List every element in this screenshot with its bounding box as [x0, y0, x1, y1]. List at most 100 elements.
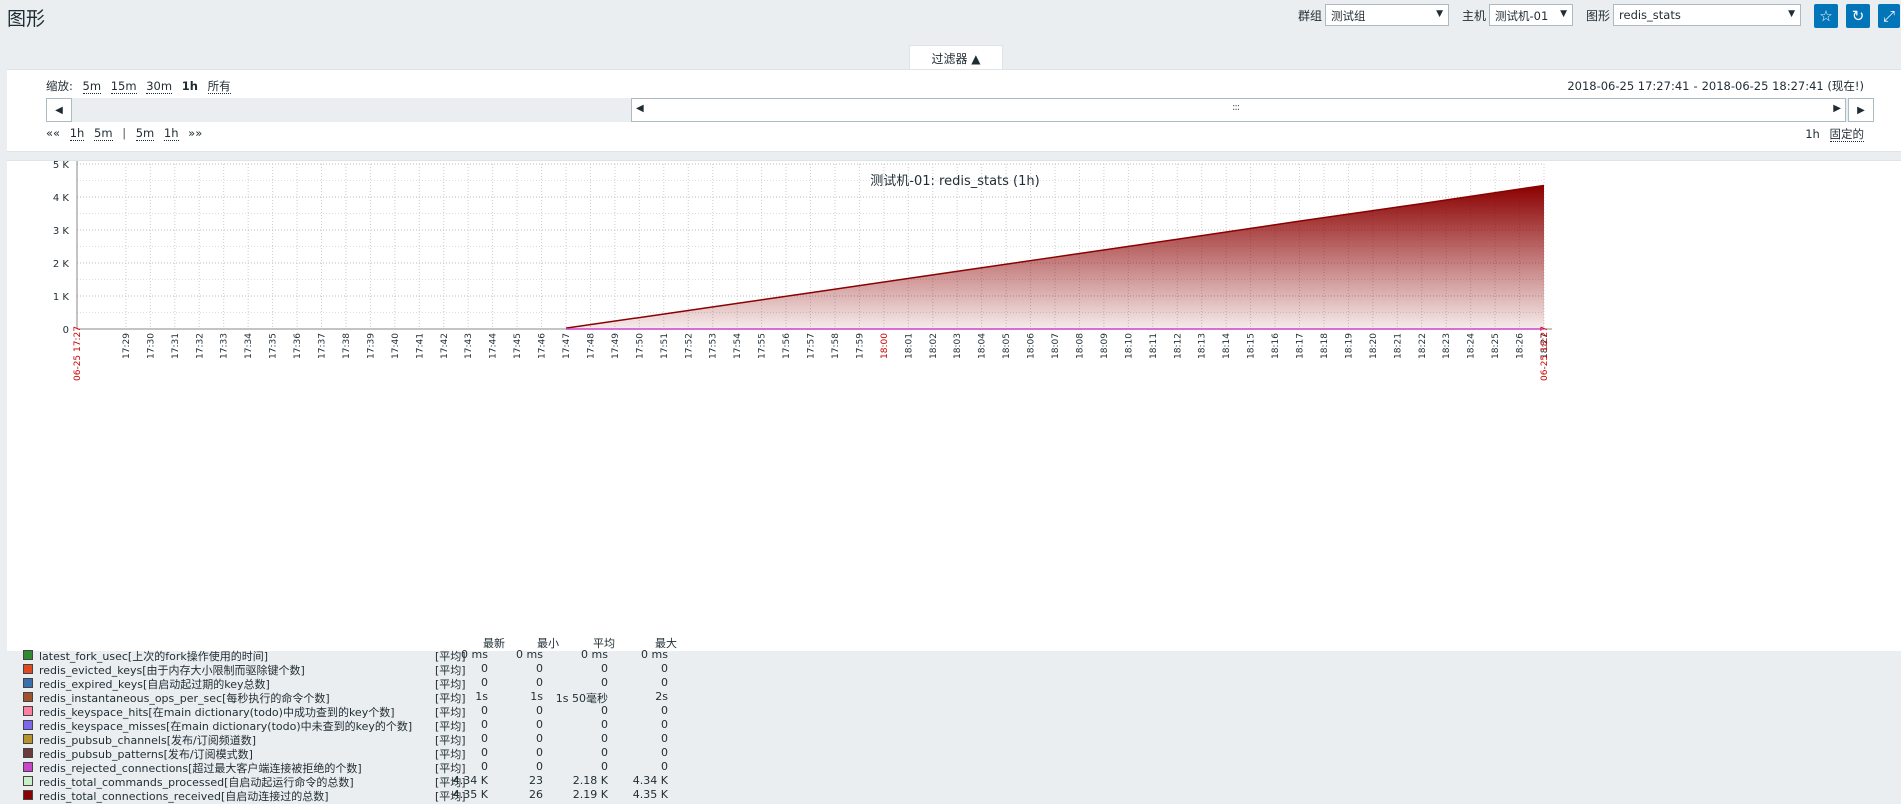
- time-slider-handle[interactable]: ◀ ::: ▶: [631, 98, 1846, 122]
- x-tick-label: 18:08: [1075, 333, 1085, 359]
- legend-swatch: [23, 734, 33, 744]
- legend-value-min: 0: [536, 662, 543, 675]
- x-tick-label: 17:29: [122, 333, 132, 359]
- x-tick-label: 17:35: [269, 333, 279, 359]
- chevron-down-icon: ▼: [1436, 9, 1444, 19]
- legend-swatch: [23, 678, 33, 688]
- legend-value-max: 0: [661, 718, 668, 731]
- zoom-5m[interactable]: 5m: [82, 79, 102, 94]
- slider-handle-right-icon[interactable]: ▶: [1833, 103, 1841, 114]
- fullscreen-button[interactable]: ⤢: [1878, 4, 1900, 28]
- legend-item: redis_instantaneous_ops_per_sec[每秒执行的命令个…: [23, 690, 723, 705]
- slider-grip[interactable]: :::: [1232, 102, 1240, 113]
- chevron-down-icon: ▼: [1560, 9, 1568, 19]
- x-tick-label: 17:45: [513, 333, 523, 359]
- star-icon: ☆: [1819, 7, 1833, 25]
- nav-fwd-all[interactable]: »»: [188, 126, 202, 140]
- redis-stats-graph: 0 1 K 2 K 3 K 4 K 5 K 17:29 17:30 17:31 17:32 17:3…: [53, 161, 1552, 381]
- zoom-1h-selected[interactable]: 1h: [182, 79, 198, 93]
- legend-value-max: 0: [661, 746, 668, 759]
- legend-item: redis_evicted_keys[由于内存大小限制而驱除键个数] [平均] 0 0…: [23, 662, 723, 677]
- legend-value-max: 0: [661, 676, 668, 689]
- x-tick-label: 17:47: [562, 333, 572, 359]
- x-tick-label: 18:23: [1442, 333, 1452, 359]
- zoom-15m[interactable]: 15m: [110, 79, 137, 94]
- host-select-value: 测试机-01: [1495, 9, 1549, 23]
- zoom-all[interactable]: 所有: [207, 79, 231, 94]
- host-select[interactable]: 测试机-01 ▼: [1489, 4, 1574, 26]
- range-sep: -: [1693, 79, 1698, 93]
- y-tick-label: 3 K: [53, 226, 70, 237]
- legend-value-max: 0 ms: [641, 648, 668, 661]
- chart-title: 测试机-01: redis_stats (1h): [870, 174, 1039, 189]
- x-tick-label: 18:03: [953, 333, 963, 359]
- x-tick-label: 18:14: [1222, 333, 1232, 359]
- x-tick-label: 17:57: [807, 333, 817, 359]
- favorite-button[interactable]: ☆: [1814, 4, 1838, 28]
- legend-value-min: 1s: [530, 690, 543, 703]
- host-label: 主机: [1462, 8, 1487, 23]
- zoom-30m[interactable]: 30m: [146, 79, 173, 94]
- legend-swatch: [23, 706, 33, 716]
- legend-value-max: 0: [661, 662, 668, 675]
- x-edge-date-label: 06-25 17:27: [73, 326, 83, 381]
- x-tick-label: 17:52: [684, 333, 694, 359]
- y-tick-label: 0: [63, 325, 69, 336]
- chevron-down-icon: ▼: [1788, 9, 1796, 19]
- y-tick-label: 2 K: [53, 259, 70, 270]
- x-tick-label: 17:53: [709, 333, 719, 359]
- x-tick-label: 17:43: [464, 333, 474, 359]
- legend-value-min: 0: [536, 732, 543, 745]
- x-tick-label: 17:37: [318, 333, 328, 359]
- period-info: 1h 固定的: [1805, 126, 1864, 142]
- x-tick-label: 18:12: [1173, 333, 1183, 359]
- nav-back-5m[interactable]: 5m: [94, 126, 113, 141]
- legend-swatch: [23, 762, 33, 772]
- x-tick-label: 18:10: [1124, 333, 1134, 359]
- slider-right-button[interactable]: ▶: [1848, 98, 1874, 122]
- graph-panel: 0 1 K 2 K 3 K 4 K 5 K 17:29 17:30 17:31 17:32 17:3…: [7, 160, 1901, 803]
- arrow-right-icon: ▶: [1857, 104, 1865, 116]
- zoom-label: 缩放:: [46, 79, 73, 93]
- nav-fwd-1h[interactable]: 1h: [163, 126, 179, 141]
- slider-left-button[interactable]: ◀: [46, 98, 72, 122]
- legend-value-max: 0: [661, 704, 668, 717]
- y-tick-label: 5 K: [53, 161, 70, 171]
- x-tick-label: 17:34: [244, 333, 254, 359]
- nav-back-1h[interactable]: 1h: [69, 126, 85, 141]
- x-tick-label: 18:22: [1418, 333, 1428, 359]
- x-tick-label: 17:56: [782, 333, 792, 359]
- legend-swatch: [23, 748, 33, 758]
- refresh-button[interactable]: ↻: [1846, 4, 1870, 28]
- legend-swatch: [23, 650, 33, 660]
- graph-label: 图形: [1586, 8, 1611, 23]
- x-tick-label: 18:26: [1516, 333, 1526, 359]
- x-tick-label: 18:17: [1296, 333, 1306, 359]
- group-select[interactable]: 测试组 ▼: [1325, 4, 1450, 26]
- legend-value-min: 0: [536, 718, 543, 731]
- legend-swatch: [23, 776, 33, 786]
- slider-handle-left-icon[interactable]: ◀: [636, 103, 644, 114]
- time-range: 2018-06-25 17:27:41-2018-06-25 18:27:41 …: [1567, 78, 1864, 94]
- legend-value-max: 4.34 K: [632, 774, 668, 787]
- x-edge-date-label: 06-25 18:27: [1540, 326, 1550, 381]
- x-tick-label: 17:38: [342, 333, 352, 359]
- x-tick-label: 18:01: [904, 333, 914, 359]
- nav-fwd-5m[interactable]: 5m: [135, 126, 155, 141]
- legend-item: redis_total_commands_processed[自启动起运行命令的…: [23, 774, 723, 789]
- legend-item: redis_total_connections_received[自启动连接过的…: [23, 788, 723, 803]
- legend-item: latest_fork_usec[上次的fork操作使用的时间] [平均] 0 ms…: [23, 648, 723, 663]
- nav-back-all[interactable]: ««: [46, 126, 60, 140]
- group-filter: 群组 测试组 ▼: [1298, 4, 1450, 26]
- x-tick-label: 18:04: [978, 333, 988, 359]
- graph-select[interactable]: redis_stats ▼: [1613, 4, 1802, 26]
- fixed-toggle[interactable]: 固定的: [1829, 127, 1864, 142]
- x-tick-label: 17:30: [146, 333, 156, 359]
- x-tick-label: 17:49: [611, 333, 621, 359]
- x-tick-label: 17:51: [660, 333, 670, 359]
- legend-value-min: 23: [529, 774, 543, 787]
- time-filter-panel: 缩放: 5m 15m 30m 1h 所有 2018-06-25 17:27:41…: [7, 69, 1901, 152]
- x-tick-label: 17:50: [635, 333, 645, 359]
- range-from: 2018-06-25 17:27:41: [1567, 79, 1690, 93]
- filter-tab[interactable]: 过滤器 ▲: [909, 45, 1003, 69]
